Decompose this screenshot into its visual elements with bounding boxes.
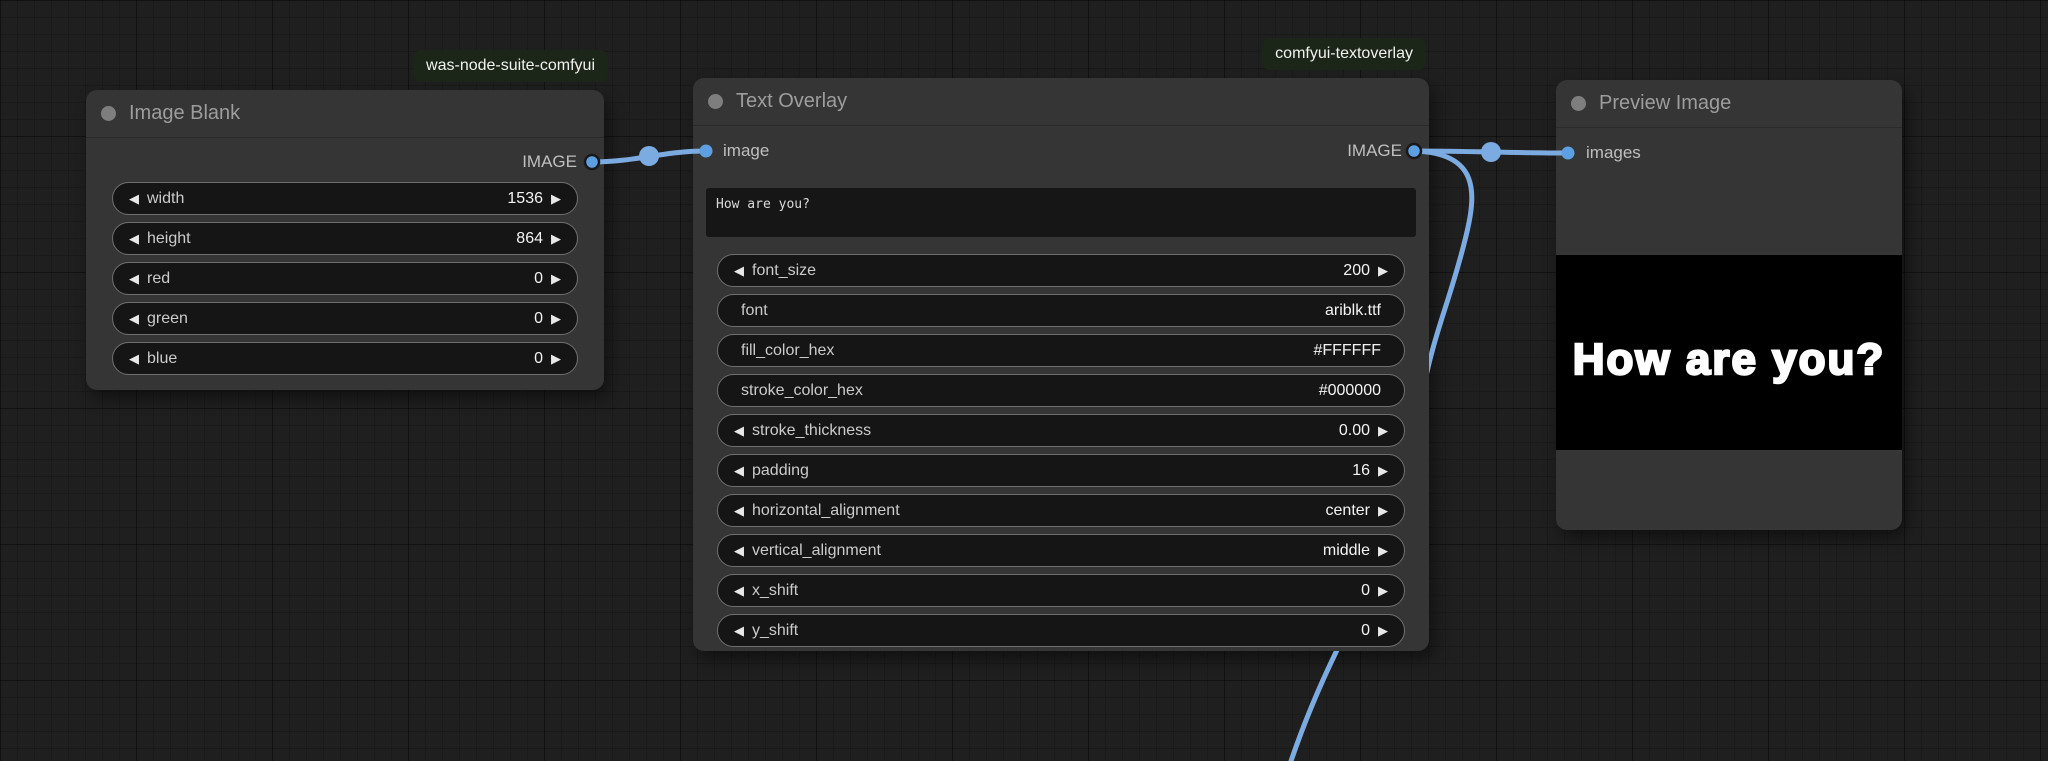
widget-horizontal-alignment[interactable]: ◀ horizontal_alignment center ▶ <box>717 494 1405 527</box>
widget-value: 0 <box>534 309 543 327</box>
collapse-dot-icon[interactable] <box>1571 96 1586 111</box>
decrement-arrow-icon[interactable]: ◀ <box>726 614 752 647</box>
widget-height[interactable]: ◀ height 864 ▶ <box>112 222 578 255</box>
widget-value: 1536 <box>507 189 543 207</box>
increment-arrow-icon[interactable]: ▶ <box>1370 494 1396 527</box>
widget-width[interactable]: ◀ width 1536 ▶ <box>112 182 578 215</box>
node-header[interactable]: Preview Image <box>1556 80 1902 128</box>
node-header[interactable]: Image Blank <box>86 90 604 138</box>
widget-value: 0 <box>1361 581 1370 599</box>
decrement-arrow-icon[interactable]: ◀ <box>726 494 752 527</box>
increment-arrow-icon[interactable]: ▶ <box>1370 254 1396 287</box>
repo-badge-comfyui-textoverlay: comfyui-textoverlay <box>1262 38 1426 70</box>
widget-label: padding <box>752 461 809 479</box>
widget-value: 0 <box>534 269 543 287</box>
widget-green[interactable]: ◀ green 0 ▶ <box>112 302 578 335</box>
decrement-arrow-icon[interactable]: ◀ <box>726 414 752 447</box>
widget-stroke-thickness[interactable]: ◀ stroke_thickness 0.00 ▶ <box>717 414 1405 447</box>
collapse-dot-icon[interactable] <box>101 106 116 121</box>
output-slot-row-image: IMAGE <box>86 146 604 178</box>
node-text-overlay[interactable]: Text Overlay image IMAGE How are you? ◀ … <box>693 78 1429 651</box>
widget-label: red <box>147 269 171 287</box>
increment-arrow-icon[interactable]: ▶ <box>1370 614 1396 647</box>
increment-arrow-icon[interactable]: ▶ <box>543 182 569 215</box>
widget-font[interactable]: font ariblk.ttf <box>717 294 1405 327</box>
repo-badge-label: was-node-suite-comfyui <box>426 57 595 74</box>
widget-value: 864 <box>516 229 543 247</box>
increment-arrow-icon[interactable]: ▶ <box>1370 454 1396 487</box>
widget-vertical-alignment[interactable]: ◀ vertical_alignment middle ▶ <box>717 534 1405 567</box>
increment-arrow-icon[interactable]: ▶ <box>543 302 569 335</box>
widget-label: stroke_color_hex <box>741 381 863 399</box>
repo-badge-was-node-suite: was-node-suite-comfyui <box>413 50 608 82</box>
widget-value: ariblk.ttf <box>1324 301 1381 319</box>
increment-arrow-icon[interactable]: ▶ <box>543 222 569 255</box>
decrement-arrow-icon[interactable]: ◀ <box>726 534 752 567</box>
widget-value: 0 <box>1361 621 1370 639</box>
widget-label: y_shift <box>752 621 799 639</box>
text-widget-value: How are you? <box>716 197 810 212</box>
widget-padding[interactable]: ◀ padding 16 ▶ <box>717 454 1405 487</box>
widget-label: stroke_thickness <box>752 421 872 439</box>
decrement-arrow-icon[interactable]: ◀ <box>726 574 752 607</box>
node-image-blank[interactable]: Image Blank IMAGE ◀ width 1536 ▶ ◀ heigh… <box>86 90 604 390</box>
widget-font-size[interactable]: ◀ font_size 200 ▶ <box>717 254 1405 287</box>
node-graph-canvas[interactable]: was-node-suite-comfyui comfyui-textoverl… <box>0 0 2048 761</box>
node-title: Preview Image <box>1599 92 1732 114</box>
widget-label: height <box>147 229 191 247</box>
widget-label: fill_color_hex <box>741 341 835 359</box>
slot-row-image: image IMAGE <box>693 135 1429 167</box>
node-title: Text Overlay <box>736 90 848 112</box>
collapse-dot-icon[interactable] <box>708 94 723 109</box>
widget-value: #FFFFFF <box>1313 341 1381 359</box>
increment-arrow-icon[interactable]: ▶ <box>543 342 569 375</box>
link-image-blank-to-text-overlay[interactable] <box>589 148 709 165</box>
increment-arrow-icon[interactable]: ▶ <box>1370 574 1396 607</box>
decrement-arrow-icon[interactable]: ◀ <box>121 342 147 375</box>
node-header[interactable]: Text Overlay <box>693 78 1429 126</box>
preview-image-output: How are you? <box>1556 255 1902 450</box>
decrement-arrow-icon[interactable]: ◀ <box>121 302 147 335</box>
widget-x-shift[interactable]: ◀ x_shift 0 ▶ <box>717 574 1405 607</box>
increment-arrow-icon[interactable]: ▶ <box>1370 414 1396 447</box>
widget-label: width <box>147 189 185 207</box>
widget-fill-color-hex[interactable]: fill_color_hex #FFFFFF <box>717 334 1405 367</box>
input-slot-row-images: images <box>1556 137 1902 169</box>
widget-value: 0 <box>534 349 543 367</box>
decrement-arrow-icon[interactable]: ◀ <box>726 254 752 287</box>
repo-badge-label: comfyui-textoverlay <box>1275 45 1413 62</box>
widget-red[interactable]: ◀ red 0 ▶ <box>112 262 578 295</box>
widget-value: middle <box>1322 541 1370 559</box>
widget-label: green <box>147 309 188 327</box>
increment-arrow-icon[interactable]: ▶ <box>1370 534 1396 567</box>
widget-value: 0.00 <box>1338 421 1370 439</box>
widget-label: x_shift <box>752 581 799 599</box>
decrement-arrow-icon[interactable]: ◀ <box>726 454 752 487</box>
widget-value: 16 <box>1352 461 1370 479</box>
decrement-arrow-icon[interactable]: ◀ <box>121 262 147 295</box>
widget-label: font <box>741 301 768 319</box>
increment-arrow-icon[interactable]: ▶ <box>543 262 569 295</box>
widget-stroke-color-hex[interactable]: stroke_color_hex #000000 <box>717 374 1405 407</box>
widget-blue[interactable]: ◀ blue 0 ▶ <box>112 342 578 375</box>
decrement-arrow-icon[interactable]: ◀ <box>121 222 147 255</box>
text-input-widget[interactable]: How are you? <box>706 188 1416 237</box>
widget-label: vertical_alignment <box>752 541 881 559</box>
preview-rendered-text: How are you? <box>1572 333 1886 384</box>
decrement-arrow-icon[interactable]: ◀ <box>121 182 147 215</box>
node-preview-image[interactable]: Preview Image images How are you? <box>1556 80 1902 530</box>
widget-label: horizontal_alignment <box>752 501 900 519</box>
widget-value: center <box>1325 501 1370 519</box>
widget-y-shift[interactable]: ◀ y_shift 0 ▶ <box>717 614 1405 647</box>
widget-value: 200 <box>1343 261 1370 279</box>
node-title: Image Blank <box>129 102 241 124</box>
widget-label: font_size <box>752 261 817 279</box>
widget-label: blue <box>147 349 178 367</box>
widget-value: #000000 <box>1318 381 1381 399</box>
